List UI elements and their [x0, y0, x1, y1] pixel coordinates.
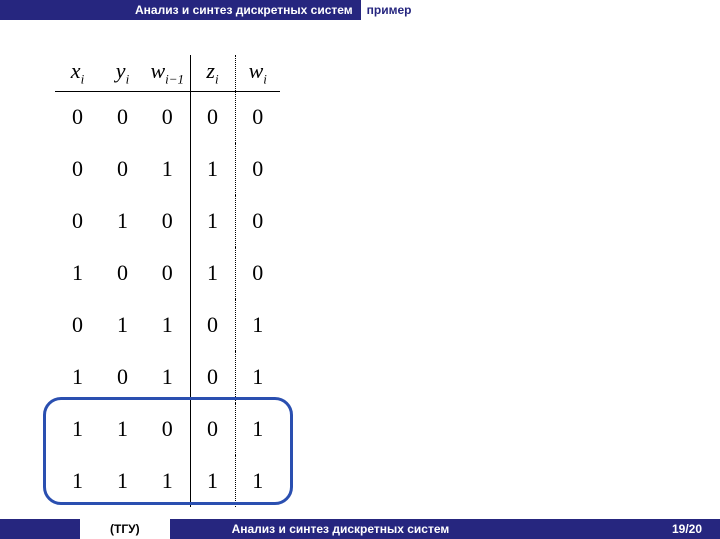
col-yi: yi: [100, 55, 145, 91]
table-body: 00000 00110 01010 10010 01101 10101 1100…: [55, 91, 280, 507]
col-wi: wi: [235, 55, 280, 91]
footer-bar: (ТГУ) Анализ и синтез дискретных систем …: [0, 519, 720, 539]
table-row: 01101: [55, 299, 280, 351]
header-right: пример: [361, 0, 720, 20]
table-header-row: xi yi wi−1 zi wi: [55, 55, 280, 91]
table-row: 11111: [55, 455, 280, 507]
header-right-text: пример: [367, 3, 412, 17]
truth-table-area: xi yi wi−1 zi wi 00000 00110 01010 10010…: [55, 55, 280, 507]
header-bar: Анализ и синтез дискретных систем пример: [0, 0, 720, 20]
col-xi: xi: [55, 55, 100, 91]
table-row: 00110: [55, 143, 280, 195]
truth-table: xi yi wi−1 zi wi 00000 00110 01010 10010…: [55, 55, 280, 507]
table-row: 01010: [55, 195, 280, 247]
header-left: Анализ и синтез дискретных систем: [0, 3, 353, 17]
table-row: 10010: [55, 247, 280, 299]
table-row: 00000: [55, 91, 280, 143]
table-row: 10101: [55, 351, 280, 403]
col-zi: zi: [190, 55, 235, 91]
footer-title: Анализ и синтез дискретных систем: [232, 522, 450, 536]
footer-university: (ТГУ): [80, 519, 170, 539]
page-counter: 19/20: [672, 522, 702, 536]
col-wim1: wi−1: [145, 55, 190, 91]
table-row: 11001: [55, 403, 280, 455]
